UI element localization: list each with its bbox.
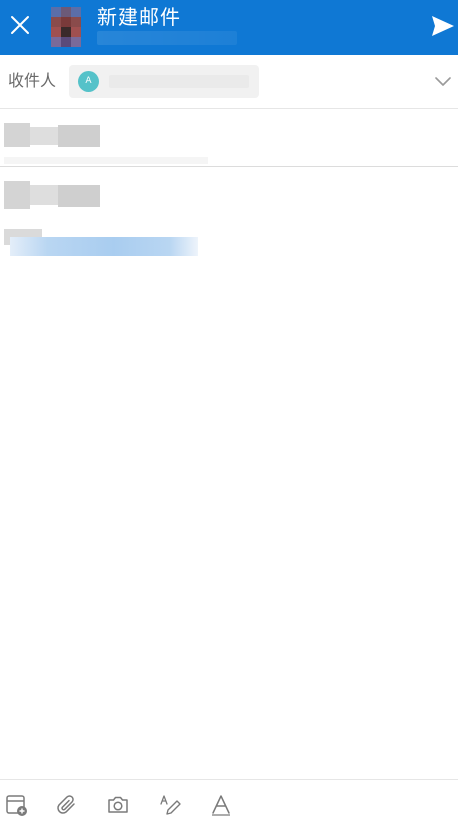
recipients-label: 收件人 (8, 71, 57, 90)
send-button[interactable] (428, 10, 458, 42)
subject-field[interactable] (0, 109, 458, 167)
subject-redacted-part (30, 127, 58, 145)
camera-button[interactable] (105, 792, 131, 818)
insert-event-button[interactable] (4, 792, 30, 818)
signature-redacted (4, 181, 30, 209)
sender-account-redacted (97, 31, 237, 45)
send-icon (432, 16, 454, 36)
calendar-add-icon (6, 795, 27, 816)
close-icon (11, 16, 29, 34)
signature-redacted-part (30, 185, 58, 205)
signature-redacted-part (58, 185, 100, 207)
paperclip-icon (57, 795, 75, 814)
signature-link-redacted (10, 237, 198, 256)
sender-avatar[interactable] (51, 7, 81, 47)
text-format-icon (212, 795, 230, 816)
subject-redacted (4, 123, 30, 147)
subject-redacted-part (58, 125, 100, 147)
subject-redacted-shadow (4, 157, 208, 164)
recipient-chip[interactable]: A (69, 65, 259, 98)
text-format-button[interactable] (208, 792, 234, 818)
expand-recipients-button[interactable] (432, 71, 454, 93)
close-button[interactable] (4, 9, 36, 41)
recipient-address-redacted (109, 75, 249, 88)
pen-icon (160, 795, 181, 815)
compose-title: 新建邮件 (97, 5, 181, 29)
compose-header: 新建邮件 (0, 0, 458, 55)
recipient-avatar: A (78, 71, 99, 92)
attach-file-button[interactable] (54, 792, 80, 818)
camera-icon (108, 796, 128, 813)
chevron-down-icon (435, 77, 451, 86)
draw-button[interactable] (157, 792, 183, 818)
compose-toolbar (0, 779, 458, 820)
recipients-row: 收件人 A (0, 55, 458, 109)
message-body[interactable] (0, 167, 458, 779)
compose-screen: 新建邮件 收件人 A (0, 0, 458, 820)
